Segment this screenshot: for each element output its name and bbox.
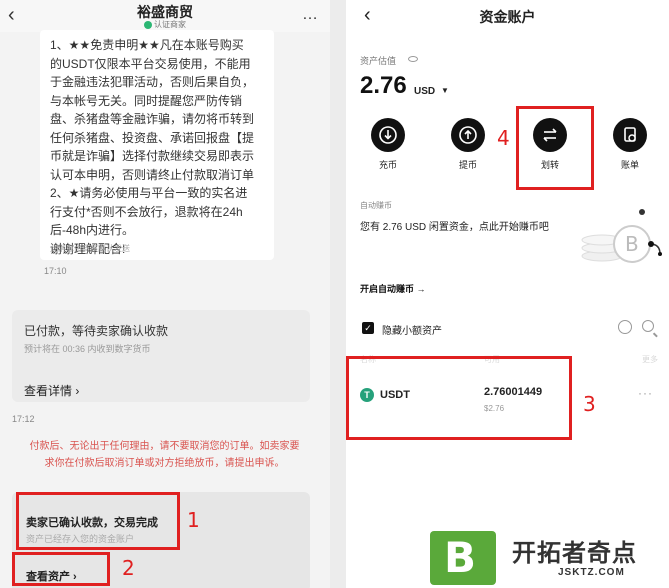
more-icon[interactable]: … [302,6,318,24]
annotation-box-1 [16,492,180,550]
watermark-banner: B 开拓者奇点 JSKTZ.COM [418,527,669,588]
status-time: 17:12 [12,414,35,424]
filter-icon[interactable] [618,320,632,334]
funding-account-panel: ‹ 资金账户 资产估值 2.76 USD ▼ 充币 提币 划转 账单 自动赚币 … [346,0,669,588]
paid-status-card: 已付款，等待卖家确认收款 预计将在 00:36 内收到数字货币 查看详情 › [12,310,310,402]
merchant-message: 1、★★免责申明★★凡在本账号购买 的USDT仅限本平台交易使用，不能用 于金融… [40,30,274,260]
view-details-link[interactable]: 查看详情 › [24,382,79,399]
hide-small-checkbox[interactable]: ✓ [362,322,374,334]
withdraw-button[interactable]: 提币 [448,118,488,171]
annotation-number-1: 1 [187,508,200,532]
auto-earn-label: 自动赚币 [360,201,392,210]
annotation-box-3 [346,356,572,440]
hide-small-label[interactable]: 隐藏小额资产 [382,322,442,337]
watermark-logo-icon: B [430,531,496,585]
balance-value: 2.76 [360,72,407,99]
watermark-url: JSKTZ.COM [558,567,625,578]
bill-button[interactable]: 账单 [610,118,650,171]
annotation-number-4: 4 [497,126,510,150]
annotation-box-4 [516,106,594,190]
verified-icon [144,20,152,29]
annotation-number-3: 3 [583,392,596,416]
eye-icon[interactable] [408,56,418,62]
annotation-number-2: 2 [122,556,135,580]
deposit-button[interactable]: 充币 [368,118,408,171]
col-header-more: 更多 [642,355,658,364]
message-footer: 此消息由商家默认发送 [50,244,130,253]
more-icon[interactable]: ··· [638,386,653,400]
page-title: 资金账户 [479,9,536,25]
estimate-label: 资产估值 [360,56,397,66]
paid-status-title: 已付款，等待卖家确认收款 [24,324,169,338]
withdraw-label: 提币 [458,160,477,170]
annotation-box-2 [12,552,110,586]
balance-unit[interactable]: USD [414,86,435,97]
message-text: 1、★★免责申明★★凡在本账号购买 的USDT仅限本平台交易使用，不能用 于金融… [50,38,255,256]
svg-text:B: B [625,232,639,256]
auto-earn-text[interactable]: 您有 2.76 USD 闲置资金，点此开始赚币吧 [360,218,549,233]
deposit-icon [371,118,405,152]
caret-down-icon[interactable]: ▼ [441,86,449,95]
verified-badge: 认证商家 [0,19,330,30]
withdraw-icon [451,118,485,152]
coin-illustration-icon: B [580,198,669,283]
deposit-label: 充币 [378,160,397,170]
message-time: 17:10 [44,266,67,276]
bill-label: 账单 [620,160,639,170]
search-icon[interactable] [642,320,654,332]
paid-status-subtitle: 预计将在 00:36 内收到数字货币 [24,344,151,354]
bill-icon [613,118,647,152]
chat-header: ‹ 裕盛商贸 认证商家 … [0,0,330,32]
panel-divider [330,0,346,588]
watermark-title: 开拓者奇点 [512,540,637,567]
cancel-warning: 付款后、无论出于任何理由，请不要取消您的订单。如卖家要 求你在付款后取消订单或对… [29,441,300,469]
enable-auto-earn-link[interactable]: 开启自动赚币 → [360,282,426,295]
